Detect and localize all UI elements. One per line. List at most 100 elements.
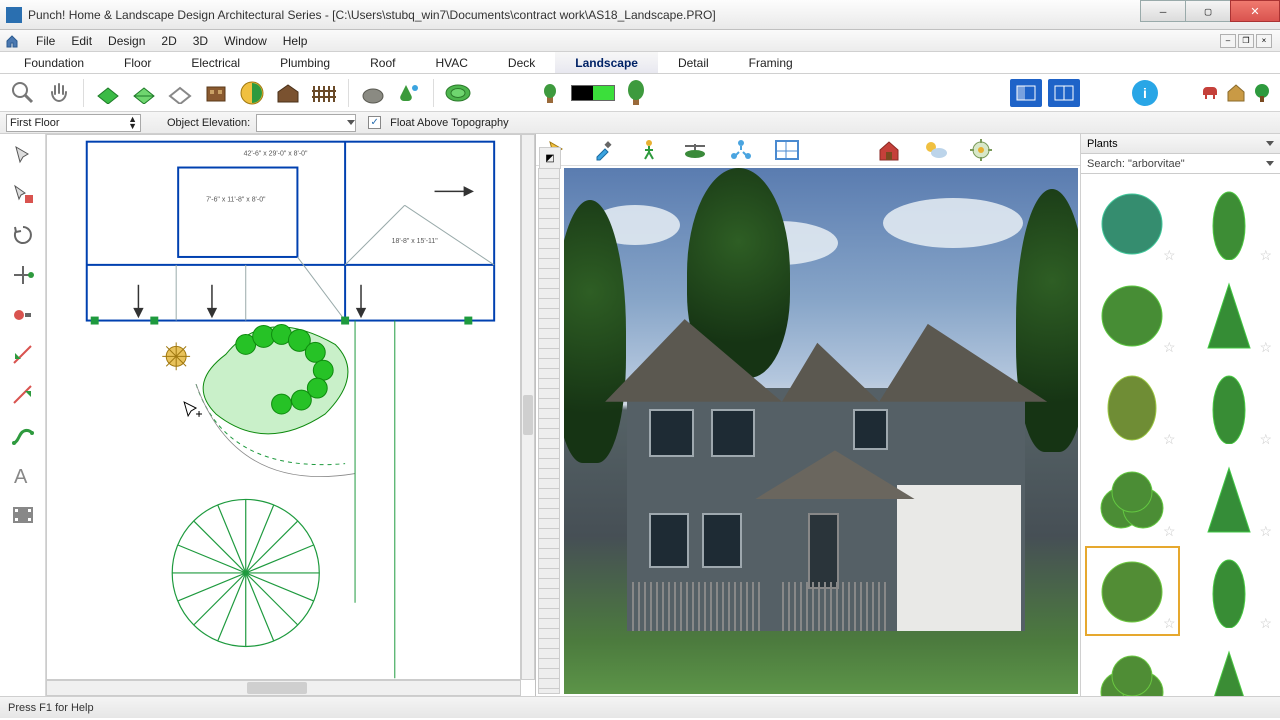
tab-roof[interactable]: Roof [350, 52, 415, 73]
water-plant-icon[interactable] [394, 78, 424, 108]
favorite-star-icon[interactable]: ☆ [1259, 339, 1272, 356]
plant-small-icon[interactable] [535, 78, 565, 108]
tab-plumbing[interactable]: Plumbing [260, 52, 350, 73]
tab-detail[interactable]: Detail [658, 52, 729, 73]
favorite-star-icon[interactable]: ☆ [1163, 247, 1176, 264]
move-tool-icon[interactable] [8, 260, 38, 290]
plant-large-icon[interactable] [621, 78, 651, 108]
favorite-star-icon[interactable]: ☆ [1259, 247, 1272, 264]
select-similar-icon[interactable] [8, 180, 38, 210]
room-label-3: 18'-8" x 15'-11" [392, 238, 439, 245]
tab-deck[interactable]: Deck [488, 52, 555, 73]
favorite-star-icon[interactable]: ☆ [1259, 431, 1272, 448]
menu-window[interactable]: Window [216, 34, 275, 48]
tree-color-icon[interactable] [1252, 83, 1272, 103]
library-item[interactable]: ☆ [1085, 362, 1180, 452]
tab-framing[interactable]: Framing [729, 52, 813, 73]
plan-2d-pane[interactable]: 42'-6" x 29'-0" x 8'-0" 7'-6" x 11'-8" x… [46, 134, 536, 696]
library-item[interactable]: ☆ [1085, 638, 1180, 696]
favorite-star-icon[interactable]: ☆ [1163, 523, 1176, 540]
rotate-tool-icon[interactable] [8, 220, 38, 250]
compass-tool-icon[interactable] [237, 78, 267, 108]
select-tool-icon[interactable] [8, 140, 38, 170]
chevron-down-icon [1266, 161, 1274, 166]
house-color-icon[interactable] [1226, 83, 1246, 103]
settings-3d-icon[interactable] [966, 135, 996, 165]
favorite-star-icon[interactable]: ☆ [1259, 615, 1272, 632]
tab-electrical[interactable]: Electrical [171, 52, 260, 73]
film-tool-icon[interactable] [8, 500, 38, 530]
terrain-rect-icon[interactable] [93, 78, 123, 108]
menu-2d[interactable]: 2D [153, 34, 184, 48]
home-icon[interactable] [4, 33, 20, 49]
library-item[interactable]: ☆ [1182, 638, 1277, 696]
favorite-star-icon[interactable]: ☆ [1163, 431, 1176, 448]
library-item[interactable]: ☆ [1182, 178, 1277, 268]
library-item[interactable]: ☆ [1085, 546, 1180, 636]
break-line-out-icon[interactable] [8, 380, 38, 410]
tab-landscape[interactable]: Landscape [555, 52, 658, 73]
plan-2d-hscroll[interactable] [46, 680, 521, 696]
tab-foundation[interactable]: Foundation [4, 52, 104, 73]
doc-restore-button[interactable]: ❐ [1238, 34, 1254, 48]
contour-tool-icon[interactable] [443, 78, 473, 108]
library-item[interactable]: ☆ [1182, 546, 1277, 636]
menu-help[interactable]: Help [275, 34, 316, 48]
tab-floor[interactable]: Floor [104, 52, 171, 73]
tab-hvac[interactable]: HVAC [415, 52, 487, 73]
float-checkbox[interactable]: ✓ [368, 116, 381, 129]
menu-file[interactable]: File [28, 34, 63, 48]
library-item[interactable]: ☆ [1182, 454, 1277, 544]
library-search[interactable]: Search: "arborvitae" [1081, 154, 1280, 174]
doc-minimize-button[interactable]: – [1220, 34, 1236, 48]
terrain-edge-icon[interactable] [129, 78, 159, 108]
favorite-star-icon[interactable]: ☆ [1163, 615, 1176, 632]
floorplan-3d-icon[interactable] [772, 135, 802, 165]
path-tool-icon[interactable] [8, 420, 38, 450]
library-category-dropdown[interactable]: Plants [1081, 134, 1280, 154]
view-3d-ruler[interactable]: ◩ [538, 168, 560, 694]
record-tool-icon[interactable] [8, 300, 38, 330]
doc-close-button[interactable]: × [1256, 34, 1272, 48]
library-item[interactable]: ☆ [1182, 270, 1277, 360]
app-icon [6, 7, 22, 23]
view-layout-1-icon[interactable] [1010, 79, 1042, 107]
minimize-button[interactable]: — [1140, 0, 1186, 22]
rock-tool-icon[interactable] [358, 78, 388, 108]
view-layout-2-icon[interactable] [1048, 79, 1080, 107]
terrain-flat-icon[interactable] [165, 78, 195, 108]
menu-edit[interactable]: Edit [63, 34, 100, 48]
maximize-button[interactable]: ▢ [1185, 0, 1231, 22]
fence-tool-icon[interactable] [309, 78, 339, 108]
info-icon[interactable]: i [1132, 80, 1158, 106]
weather-icon[interactable] [920, 135, 950, 165]
library-item[interactable]: ☆ [1182, 362, 1277, 452]
library-item[interactable]: ☆ [1085, 454, 1180, 544]
zoom-tool-icon[interactable] [8, 78, 38, 108]
house-view-icon[interactable] [874, 135, 904, 165]
favorite-star-icon[interactable]: ☆ [1259, 523, 1272, 540]
pan-tool-icon[interactable] [44, 78, 74, 108]
menu-design[interactable]: Design [100, 34, 153, 48]
menu-3d[interactable]: 3D [185, 34, 216, 48]
favorite-star-icon[interactable]: ☆ [1163, 339, 1176, 356]
view-3d-render[interactable] [564, 168, 1078, 694]
shed-tool-icon[interactable] [273, 78, 303, 108]
building-tool-icon[interactable] [201, 78, 231, 108]
text-tool-icon[interactable]: A [8, 460, 38, 490]
elevation-dropdown[interactable] [256, 114, 356, 132]
break-line-in-icon[interactable] [8, 340, 38, 370]
floor-selector[interactable]: First Floor ▲▼ [6, 114, 141, 132]
plan-2d-canvas[interactable]: 42'-6" x 29'-0" x 8'-0" 7'-6" x 11'-8" x… [46, 134, 521, 680]
eyedropper-icon[interactable] [588, 135, 618, 165]
library-item[interactable]: ☆ [1085, 178, 1180, 268]
library-item[interactable]: ☆ [1085, 270, 1180, 360]
walk-icon[interactable] [634, 135, 664, 165]
growth-slider[interactable] [571, 85, 615, 101]
furniture-icon[interactable] [1200, 83, 1220, 103]
close-button[interactable]: ✕ [1230, 0, 1280, 22]
fly-icon[interactable] [680, 135, 710, 165]
network-icon[interactable] [726, 135, 756, 165]
ruler-corner-icon[interactable]: ◩ [539, 147, 561, 169]
plan-2d-vscroll[interactable] [521, 134, 535, 680]
